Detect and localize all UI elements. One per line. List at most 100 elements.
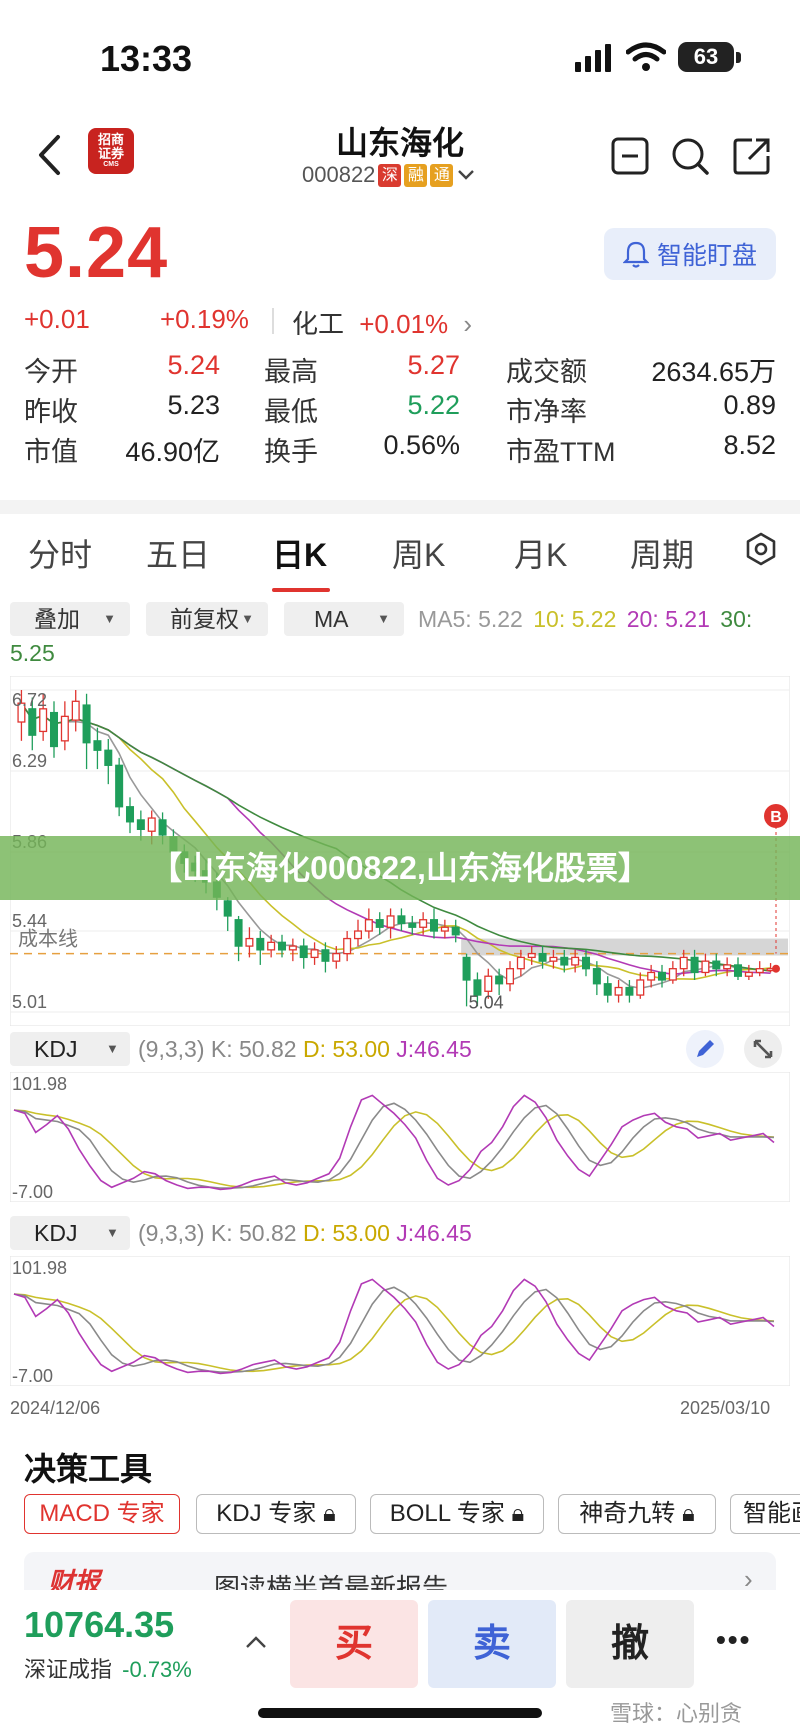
tab-monthly-k[interactable]: 月K	[514, 530, 567, 576]
indicator-dropdown[interactable]: MA ▼	[284, 602, 404, 636]
candle-body	[701, 960, 710, 974]
index-name-row[interactable]: 深证成指 -0.73%	[24, 1652, 192, 1684]
candle-body	[71, 700, 80, 721]
candle-body	[690, 956, 699, 974]
last-price-dot	[772, 964, 780, 973]
tab-period[interactable]: 周期	[630, 530, 694, 576]
chevron-up-icon[interactable]	[244, 1634, 268, 1650]
sell-button[interactable]: 卖	[428, 1600, 556, 1688]
overlay-label: 叠加	[34, 606, 80, 632]
candle-body	[234, 919, 243, 947]
active-tab-indicator	[272, 588, 330, 592]
candle-body	[484, 975, 493, 992]
more-menu-button[interactable]: •••	[716, 1624, 751, 1656]
candle-body	[125, 806, 135, 823]
candle-body	[668, 968, 677, 981]
candle-body	[310, 949, 319, 959]
adjust-label: 前复权	[170, 606, 239, 632]
stat-0-2: 成交额 2634.65万	[506, 350, 776, 389]
price-change: +0.01	[24, 304, 90, 334]
ma20-value: 20: 5.21	[626, 606, 710, 632]
chart-period-tabs: 分时 五日 日K 周K 月K 周期	[0, 530, 800, 586]
section-divider	[0, 500, 800, 514]
candle-body	[299, 945, 308, 959]
candle-body	[277, 941, 287, 951]
candle-body	[614, 986, 623, 996]
tab-weekly-k[interactable]: 周K	[392, 530, 445, 576]
price-change-pct: +0.19%	[160, 304, 249, 334]
tool-kdj-expert[interactable]: KDJ 专家 🔒︎	[196, 1494, 356, 1534]
share-icon[interactable]	[732, 136, 772, 176]
candle-body	[462, 956, 471, 981]
candle-body	[267, 941, 276, 951]
y-tick-label: 5.01	[12, 992, 47, 1012]
buy-signal-label: B	[770, 809, 782, 826]
home-indicator	[258, 1708, 542, 1718]
index-name: 深证成指	[24, 1657, 113, 1682]
tab-intraday[interactable]: 分时	[28, 530, 92, 576]
stat-value: 8.52	[723, 430, 776, 460]
triangle-down-icon: ▼	[103, 611, 116, 626]
tag-tong: 通	[430, 163, 454, 187]
tool-boll-expert[interactable]: BOLL 专家 🔒︎	[370, 1494, 544, 1534]
settings-gear-icon[interactable]	[744, 532, 778, 566]
tool-macd-expert[interactable]: MACD 专家	[24, 1494, 180, 1534]
stat-1-0: 昨收 5.23	[24, 390, 220, 429]
stat-0-1: 最高 5.27	[264, 350, 460, 389]
sector-link[interactable]: 化工 +0.01% ›	[292, 304, 472, 341]
tool-smart-draw[interactable]: 智能画	[730, 1494, 800, 1534]
minus-square-icon[interactable]	[610, 136, 650, 176]
stat-value: 5.22	[407, 390, 460, 420]
candle-body	[549, 956, 558, 962]
candle-body	[538, 952, 547, 962]
tab-five-day[interactable]: 五日	[146, 530, 210, 576]
stat-label: 最高	[264, 357, 318, 387]
candle-body	[679, 956, 688, 970]
candle-body	[647, 971, 656, 981]
stock-code-row[interactable]: 000822 深 融 通	[302, 162, 476, 188]
candle-body	[495, 975, 504, 985]
stat-label: 成交额	[506, 357, 587, 387]
candle-body	[386, 915, 395, 928]
kdj-dropdown-1[interactable]: KDJ ▼	[10, 1032, 130, 1066]
expand-icon	[753, 1039, 773, 1059]
indicator-label: MA	[314, 606, 349, 632]
watermark: 雪球：心别贪	[610, 1701, 743, 1726]
candle-body	[419, 919, 428, 928]
candle-body	[136, 819, 145, 830]
cancel-order-button[interactable]: 撤	[566, 1600, 694, 1688]
candle-body	[657, 971, 667, 981]
buy-button[interactable]: 买	[290, 1600, 418, 1688]
kdj-dropdown-2[interactable]: KDJ ▼	[10, 1216, 130, 1250]
cellular-signal-icon	[575, 44, 611, 72]
edit-indicator-button[interactable]	[686, 1030, 724, 1068]
candle-body	[505, 968, 515, 985]
tool-magic-nine[interactable]: 神奇九转 🔒︎	[558, 1494, 716, 1534]
candle-body	[39, 708, 48, 733]
kdj-values-2: (9,3,3) K: 50.82 D: 53.00 J:46.45	[138, 1216, 472, 1250]
date-end-label: 2025/03/10	[680, 1398, 771, 1418]
overlay-dropdown[interactable]: 叠加 ▼	[10, 602, 130, 636]
battery-level: 63	[678, 42, 734, 72]
expand-button[interactable]	[744, 1030, 782, 1068]
candle-body	[375, 919, 384, 928]
candle-body	[256, 937, 265, 951]
candle-body	[636, 979, 645, 996]
candle-body	[321, 949, 330, 962]
index-value[interactable]: 10764.35	[24, 1604, 174, 1646]
lock-icon: 🔒︎	[681, 1500, 695, 1527]
stat-label: 今开	[24, 357, 78, 387]
ma30-label: 30:	[720, 606, 753, 632]
candle-body	[723, 964, 732, 970]
triangle-down-icon: ▼	[106, 1225, 119, 1240]
kdj-chart-1[interactable]: 101.98 -7.00	[10, 1072, 790, 1202]
candle-body	[115, 764, 124, 808]
smart-watch-button[interactable]: 智能盯盘	[604, 228, 776, 280]
tab-daily-k[interactable]: 日K	[272, 530, 327, 576]
candle-body	[343, 937, 352, 955]
kdj-chart-2[interactable]: 101.98 -7.00	[10, 1256, 790, 1386]
search-icon[interactable]	[670, 136, 710, 176]
adjust-dropdown[interactable]: 前复权 ▼	[146, 602, 268, 636]
candle-body	[147, 817, 156, 832]
date-start-label: 2024/12/06	[10, 1398, 101, 1418]
